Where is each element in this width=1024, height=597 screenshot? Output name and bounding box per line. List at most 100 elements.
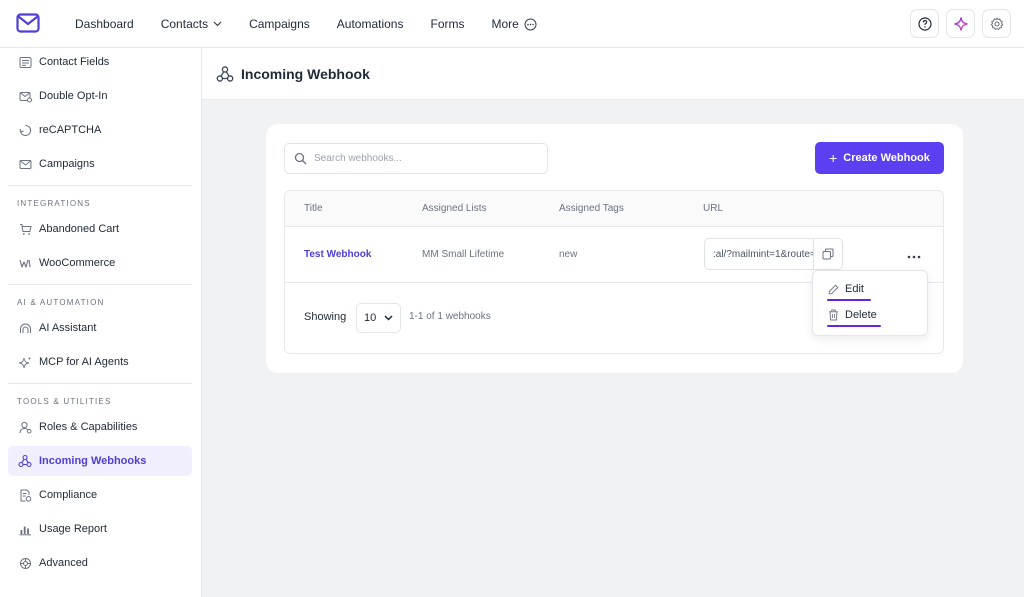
pagination-range: 1-1 of 1 webhooks bbox=[409, 311, 491, 322]
sidebar-item-recaptcha[interactable]: reCAPTCHA bbox=[8, 115, 192, 145]
showing-label: Showing bbox=[304, 311, 347, 323]
sidebar-item-abandoned-cart[interactable]: Abandoned Cart bbox=[8, 214, 192, 244]
nav-forms[interactable]: Forms bbox=[430, 17, 464, 31]
nav-dashboard[interactable]: Dashboard bbox=[75, 17, 134, 31]
column-header-url: URL bbox=[703, 203, 724, 214]
trash-icon bbox=[828, 309, 839, 321]
sidebar-divider bbox=[8, 383, 192, 384]
create-webhook-label: Create Webhook bbox=[843, 152, 930, 164]
plus-icon: + bbox=[829, 150, 838, 166]
sidebar-item-advanced[interactable]: Advanced bbox=[8, 548, 192, 578]
nav-contacts-label: Contacts bbox=[160, 17, 209, 31]
sidebar-divider bbox=[8, 185, 192, 186]
sidebar-item-mcp-for-ai-agents[interactable]: MCP for AI Agents bbox=[8, 347, 192, 377]
help-button[interactable] bbox=[910, 9, 939, 38]
sidebar-item-label: WooCommerce bbox=[39, 257, 116, 269]
column-header-assigned-tags: Assigned Tags bbox=[559, 203, 624, 214]
nav-contacts[interactable]: Contacts bbox=[161, 17, 222, 31]
sidebar-item-label: Advanced bbox=[39, 557, 88, 569]
sidebar-divider bbox=[8, 284, 192, 285]
sidebar-item-roles-capabilities[interactable]: Roles & Capabilities bbox=[8, 412, 192, 442]
chevron-down-icon bbox=[384, 315, 393, 321]
webhook-assigned-lists: MM Small Lifetime bbox=[422, 249, 505, 260]
nav-dashboard-label: Dashboard bbox=[75, 17, 134, 31]
sidebar-item-label: Abandoned Cart bbox=[39, 223, 120, 235]
compliance-icon bbox=[18, 488, 32, 502]
more-circle-icon bbox=[524, 18, 537, 30]
page-header: Incoming Webhook bbox=[202, 48, 1024, 100]
search-icon bbox=[294, 152, 307, 165]
nav-campaigns-label: Campaigns bbox=[249, 17, 310, 31]
advanced-icon bbox=[18, 556, 32, 570]
sidebar-item-contact-fields[interactable]: Contact Fields bbox=[8, 47, 192, 77]
campaigns-icon bbox=[18, 157, 32, 171]
row-actions-menu: Edit Delete bbox=[812, 270, 928, 336]
ai-sparkle-button[interactable] bbox=[946, 9, 975, 38]
webhook-assigned-tags: new bbox=[559, 249, 578, 260]
nav-automations-label: Automations bbox=[336, 17, 404, 31]
nav-more[interactable]: More bbox=[491, 17, 537, 31]
recaptcha-icon bbox=[18, 123, 32, 137]
settings-button[interactable] bbox=[982, 9, 1011, 38]
ai-assistant-icon bbox=[18, 321, 32, 335]
table-header: Title Assigned Lists Assigned Tags URL bbox=[285, 191, 943, 227]
copy-icon bbox=[822, 248, 834, 260]
cart-icon bbox=[18, 222, 32, 236]
sidebar-item-incoming-webhooks[interactable]: Incoming Webhooks bbox=[8, 446, 192, 476]
column-header-assigned-lists: Assigned Lists bbox=[422, 203, 487, 214]
more-horizontal-icon bbox=[907, 255, 921, 259]
per-page-select[interactable]: 10 bbox=[356, 303, 401, 333]
help-icon bbox=[917, 16, 932, 31]
menu-item-edit[interactable]: Edit bbox=[828, 283, 864, 295]
sidebar-item-label: Contact Fields bbox=[39, 56, 110, 68]
sidebar-item-label: Roles & Capabilities bbox=[39, 421, 138, 433]
per-page-value: 10 bbox=[364, 312, 377, 324]
mailmint-logo-icon[interactable] bbox=[16, 13, 40, 33]
sidebar-item-label: Usage Report bbox=[39, 523, 107, 535]
sidebar-item-usage-report[interactable]: Usage Report bbox=[8, 514, 192, 544]
webhook-url-text[interactable]: :al/?mailmint=1&route= bbox=[705, 239, 813, 269]
search-box[interactable] bbox=[284, 143, 548, 174]
menu-item-delete[interactable]: Delete bbox=[828, 309, 877, 321]
nav-automations[interactable]: Automations bbox=[337, 17, 404, 31]
sidebar-item-double-opt-in[interactable]: Double Opt-In bbox=[8, 81, 192, 111]
copy-url-button[interactable] bbox=[813, 239, 842, 269]
top-actions bbox=[903, 9, 1011, 38]
nav-more-label: More bbox=[491, 17, 519, 31]
search-input[interactable] bbox=[314, 153, 534, 164]
sidebar-item-label: AI Assistant bbox=[39, 322, 97, 334]
pencil-icon bbox=[828, 284, 839, 295]
chevron-down-icon bbox=[213, 21, 222, 27]
sidebar-item-label: reCAPTCHA bbox=[39, 124, 102, 136]
sidebar-item-label: Incoming Webhooks bbox=[39, 455, 147, 467]
sparkle-icon bbox=[953, 16, 968, 31]
edit-underline bbox=[827, 299, 871, 301]
sidebar-item-woocommerce[interactable]: WooCommerce bbox=[8, 248, 192, 278]
sidebar-item-compliance[interactable]: Compliance bbox=[8, 480, 192, 510]
sidebar-item-ai-assistant[interactable]: AI Assistant bbox=[8, 313, 192, 343]
sidebar-section-integrations: INTEGRATIONS bbox=[17, 199, 91, 208]
sparkle-icon bbox=[18, 355, 32, 369]
webhook-icon bbox=[18, 454, 32, 468]
nav-campaigns[interactable]: Campaigns bbox=[249, 17, 310, 31]
sidebar-item-label: Campaigns bbox=[39, 158, 95, 170]
delete-underline bbox=[827, 325, 881, 327]
main-nav: Dashboard Contacts Campaigns Automations… bbox=[75, 0, 564, 48]
webhook-url-field[interactable]: :al/?mailmint=1&route= bbox=[704, 238, 843, 270]
gear-icon bbox=[990, 17, 1003, 30]
row-actions-button[interactable] bbox=[907, 246, 921, 262]
page-title: Incoming Webhook bbox=[241, 65, 370, 82]
menu-item-delete-label: Delete bbox=[845, 309, 877, 321]
sidebar-item-label: MCP for AI Agents bbox=[39, 356, 129, 368]
roles-icon bbox=[18, 420, 32, 434]
column-header-title: Title bbox=[304, 203, 323, 214]
settings-sidebar: Contact Fields Double Opt-In reCAPTCHA C… bbox=[0, 48, 202, 597]
sidebar-section-ai-automation: AI & AUTOMATION bbox=[17, 298, 105, 307]
create-webhook-button[interactable]: + Create Webhook bbox=[815, 142, 944, 174]
sidebar-item-campaigns[interactable]: Campaigns bbox=[8, 149, 192, 179]
nav-forms-label: Forms bbox=[430, 17, 465, 31]
double-opt-in-icon bbox=[18, 89, 32, 103]
webhook-title-link[interactable]: Test Webhook bbox=[304, 249, 371, 260]
chart-icon bbox=[18, 522, 32, 536]
webhook-icon bbox=[216, 65, 234, 83]
